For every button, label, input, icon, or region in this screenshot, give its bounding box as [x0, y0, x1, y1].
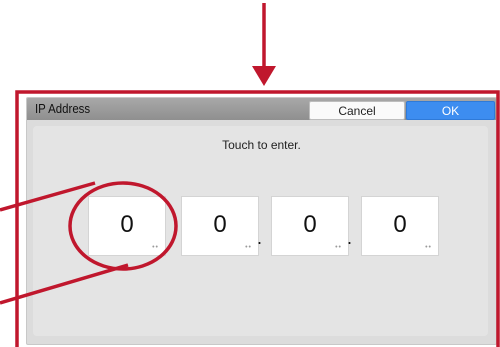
ok-button[interactable]: OK — [406, 101, 495, 120]
ip-separator: . — [257, 228, 263, 248]
ip-octet-1-field[interactable]: 0 •• — [88, 196, 166, 256]
dialog-titlebar: IP Address Cancel OK — [27, 98, 496, 120]
ellipsis-dots-icon: •• — [245, 244, 252, 251]
ellipsis-dots-icon: •• — [152, 244, 159, 251]
down-arrow-icon — [252, 66, 276, 86]
ellipsis-dots-icon: •• — [425, 244, 432, 251]
cancel-button[interactable]: Cancel — [309, 101, 405, 120]
ip-octet-4-value: 0 — [393, 211, 407, 238]
touch-hint: Touch to enter. — [222, 138, 301, 152]
screenshot-stage: IP Address Cancel OK Touch to enter. 0 •… — [0, 0, 500, 347]
ip-octet-2-value: 0 — [213, 211, 227, 238]
ip-separator: . — [347, 228, 353, 248]
ip-octet-3-field[interactable]: 0 •• — [271, 196, 349, 256]
ip-octet-4-field[interactable]: 0 •• — [361, 196, 439, 256]
dialog-title: IP Address — [35, 101, 91, 116]
ip-octet-3-value: 0 — [303, 211, 317, 238]
ip-octet-2-field[interactable]: 0 •• — [181, 196, 259, 256]
ellipsis-dots-icon: •• — [335, 244, 342, 251]
ip-octet-1-value: 0 — [120, 211, 134, 238]
